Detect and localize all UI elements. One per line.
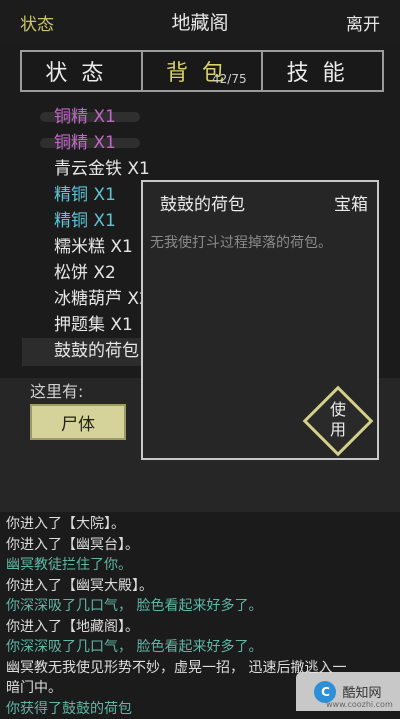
inventory-item-label: 松饼 X2 [54, 263, 116, 283]
inventory-item-label: 铜精 X1 [54, 107, 116, 127]
log-line: 你进入了【大院】。 [6, 514, 396, 535]
tab-skills[interactable]: 技能 [263, 52, 382, 90]
watermark: C 酷知网 www.coozhi.com [296, 672, 400, 711]
item-name: 鼓鼓的荷包 [160, 190, 245, 215]
inventory-item-label: 糯米糕 X1 [54, 237, 133, 257]
use-button[interactable]: 使用 [307, 390, 369, 452]
inventory-item[interactable]: 铜精 X1 [40, 130, 330, 156]
inventory-item-label: 精铜 X1 [54, 211, 116, 231]
inventory-item-label: 青云金铁 X1 [54, 159, 150, 179]
leave-button[interactable]: 离开 [346, 10, 380, 35]
log-line: 你进入了【幽冥台】。 [6, 535, 396, 556]
use-label-line2: 用 [330, 420, 346, 439]
inventory-item-label: 冰糖葫芦 X2 [54, 289, 150, 309]
log-line: 你进入了【地藏阁】。 [6, 617, 396, 638]
inventory-item[interactable]: 铜精 X1 [40, 104, 330, 130]
log-line: 你深深吸了几口气， 脸色看起来好多了。 [6, 596, 396, 617]
use-label-line1: 使 [330, 400, 346, 419]
inventory-item[interactable]: 青云金铁 X1 [40, 156, 330, 182]
use-label: 使用 [307, 400, 369, 440]
watermark-url: www.coozhi.com [326, 700, 393, 709]
log-line: 你深深吸了几口气， 脸色看起来好多了。 [6, 637, 396, 658]
inventory-item-label: 精铜 X1 [54, 185, 116, 205]
inventory-item-label: 铜精 X1 [54, 133, 116, 153]
tab-status[interactable]: 状态 [22, 52, 143, 90]
watermark-text: 酷知网 [342, 682, 381, 701]
item-category: 宝箱 [334, 190, 368, 215]
tab-bar: 状态 背包 技能 [20, 50, 384, 92]
log-line: 你进入了【幽冥大殿】。 [6, 576, 396, 597]
inventory-item-label: 押题集 X1 [54, 315, 133, 335]
item-description: 无我使打斗过程掉落的荷包。 [150, 232, 332, 252]
bag-capacity: 42/75 [212, 72, 247, 86]
log-line: 幽冥教徒拦住了你。 [6, 555, 396, 576]
corpse-button[interactable]: 尸体 [30, 404, 126, 440]
page-title: 地藏阁 [0, 8, 400, 35]
here-label: 这里有: [30, 378, 83, 402]
